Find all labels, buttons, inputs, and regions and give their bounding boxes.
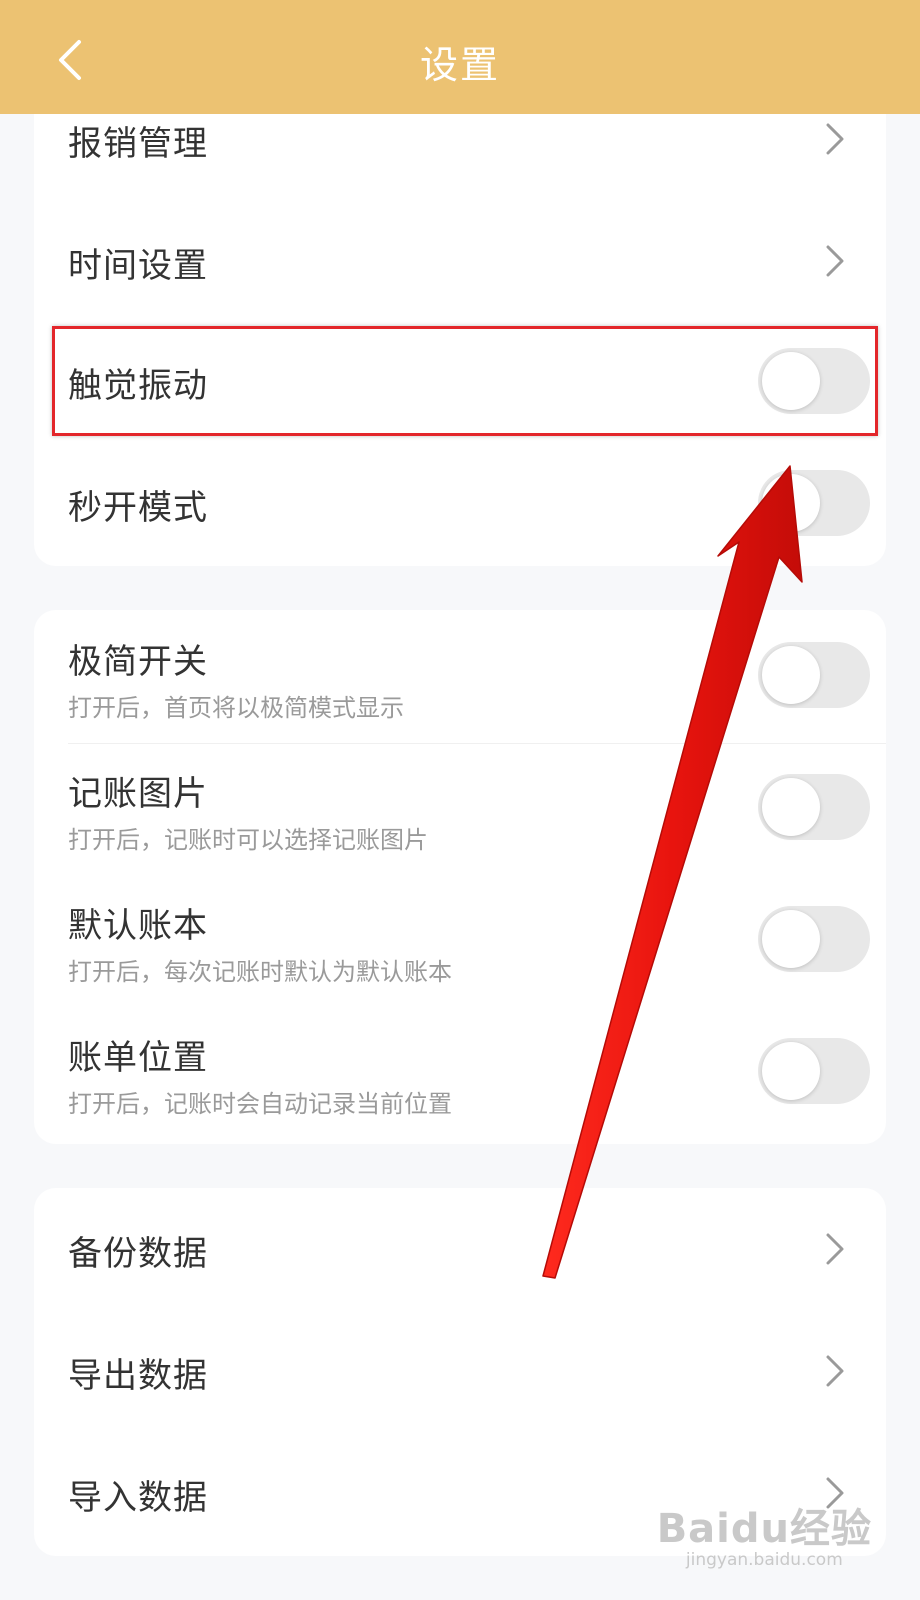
minimal-toggle[interactable] [758, 642, 870, 708]
settings-row-haptic[interactable]: 触觉振动 [34, 324, 886, 446]
watermark-url: jingyan.baidu.com [685, 1550, 843, 1570]
settings-row-description: 打开后，首页将以极简模式显示 [68, 694, 404, 722]
bill-location-toggle[interactable] [758, 1038, 870, 1104]
settings-row-description: 打开后，每次记账时默认为默认账本 [68, 958, 452, 986]
bill-image-toggle[interactable] [758, 774, 870, 840]
settings-row-label: 导入数据 [68, 1478, 208, 1518]
settings-row-bill-image[interactable]: 记账图片 打开后，记账时可以选择记账图片 [34, 744, 886, 878]
settings-row-export[interactable]: 导出数据 [34, 1310, 886, 1432]
settings-row-minimal[interactable]: 极简开关 打开后，首页将以极简模式显示 [34, 610, 886, 744]
toggle-knob [762, 910, 820, 968]
toggle-knob [762, 646, 820, 704]
baidu-jingyan-watermark: Baidu经验 jingyan.baidu.com [657, 1496, 872, 1570]
watermark-logo: Baidu经验 [656, 1506, 872, 1552]
settings-row-quick-open[interactable]: 秒开模式 [34, 446, 886, 566]
page-title: 设置 [419, 43, 500, 87]
settings-group-switches: 极简开关 打开后，首页将以极简模式显示 记账图片 打开后，记账时可以选择记账图片… [34, 610, 886, 1144]
settings-row-label: 触觉振动 [68, 366, 208, 406]
haptic-toggle[interactable] [758, 348, 870, 414]
settings-row-label: 秒开模式 [68, 488, 208, 528]
settings-row-label: 时间设置 [68, 246, 208, 286]
settings-row-label: 备份数据 [68, 1234, 208, 1274]
settings-row-label: 极简开关 [68, 642, 208, 682]
settings-row-default-book[interactable]: 默认账本 打开后，每次记账时默认为默认账本 [34, 878, 886, 1012]
settings-row-label: 导出数据 [68, 1356, 208, 1396]
chevron-right-icon [826, 245, 844, 277]
chevron-right-icon [826, 123, 844, 155]
settings-group-general: 报销管理 时间设置 触觉振动 秒开模式 [34, 80, 886, 566]
toggle-knob [762, 1042, 820, 1100]
toggle-knob [762, 778, 820, 836]
top-bar: 设置 [0, 0, 920, 114]
chevron-right-icon [826, 1355, 844, 1387]
settings-row-time[interactable]: 时间设置 [34, 202, 886, 324]
settings-row-label: 账单位置 [68, 1038, 208, 1078]
settings-row-bill-location[interactable]: 账单位置 打开后，记账时会自动记录当前位置 [34, 1012, 886, 1144]
quick-open-toggle[interactable] [758, 470, 870, 536]
settings-row-label: 报销管理 [68, 124, 208, 164]
default-book-toggle[interactable] [758, 906, 870, 972]
toggle-knob [762, 352, 820, 410]
settings-row-label: 记账图片 [68, 774, 208, 814]
settings-row-backup[interactable]: 备份数据 [34, 1188, 886, 1310]
settings-row-description: 打开后，记账时可以选择记账图片 [68, 826, 428, 854]
toggle-knob [762, 474, 820, 532]
settings-row-label: 默认账本 [68, 906, 208, 946]
settings-row-description: 打开后，记账时会自动记录当前位置 [68, 1090, 452, 1118]
chevron-right-icon [826, 1233, 844, 1265]
